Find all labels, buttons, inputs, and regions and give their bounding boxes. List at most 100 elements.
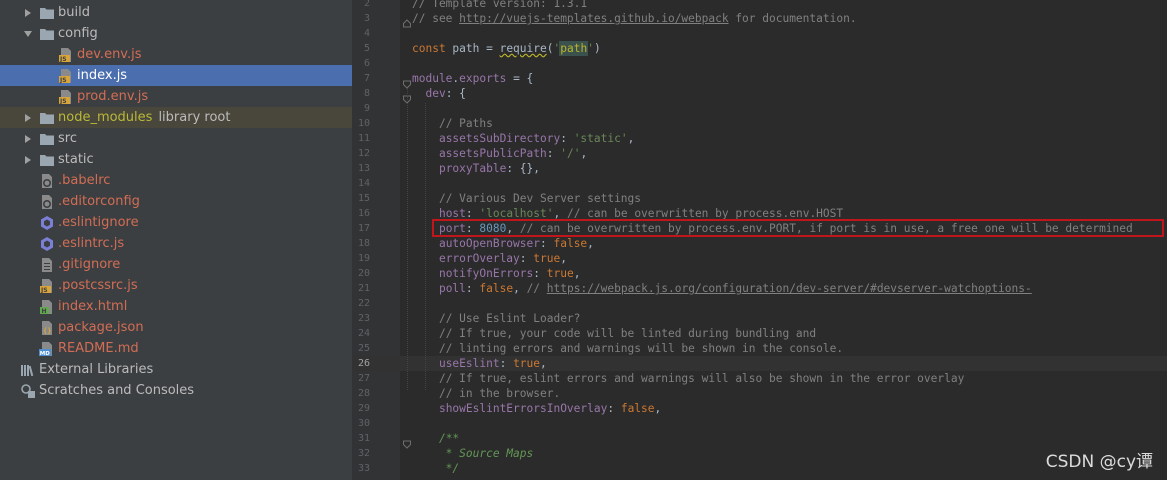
code-line[interactable]: const path = require('path'): [412, 41, 601, 56]
code-line[interactable]: // Template version: 1.3.1: [412, 0, 587, 11]
code-line[interactable]: // see http://vuejs-templates.github.io/…: [412, 11, 857, 26]
code-line[interactable]: // Use Eslint Loader?: [412, 311, 580, 326]
tree-item-external-libraries[interactable]: External Libraries: [0, 359, 352, 380]
line-number: 33: [357, 463, 370, 474]
tree-item-index-html[interactable]: Hindex.html: [0, 296, 352, 317]
tree-item-label: prod.env.js: [77, 89, 149, 104]
code-line[interactable]: * Source Maps: [412, 446, 534, 461]
code-line[interactable]: /**: [412, 431, 459, 446]
config-file-icon: [39, 173, 55, 189]
fold-toggle-icon[interactable]: [402, 74, 412, 89]
line-number: 5: [363, 43, 370, 54]
svg-text:H: H: [42, 308, 47, 315]
line-number: 18: [357, 238, 370, 249]
chevron-right-icon[interactable]: [22, 112, 34, 124]
code-line[interactable]: autoOpenBrowser: false,: [412, 236, 594, 251]
line-number: 20: [357, 268, 370, 279]
code-line[interactable]: poll: false, // https://webpack.js.org/c…: [412, 281, 1032, 296]
tree-item-readme-md[interactable]: MD README.md: [0, 338, 352, 359]
line-number: 25: [357, 343, 370, 354]
tree-item-src[interactable]: src: [0, 128, 352, 149]
svg-text:{}: {}: [43, 327, 51, 335]
line-number: 2: [363, 0, 370, 9]
line-number: 32: [357, 448, 370, 459]
line-number: 9: [363, 103, 370, 114]
tree-item-label: .postcssrc.js: [58, 278, 138, 293]
tree-item-babelrc[interactable]: .babelrc: [0, 170, 352, 191]
scratches-icon: [20, 383, 36, 399]
code-line[interactable]: // linting errors and warnings will be s…: [412, 341, 843, 356]
chevron-right-icon[interactable]: [22, 154, 34, 166]
line-number: 26: [357, 358, 370, 369]
project-tree[interactable]: build config JS dev.env.js JS index.js JS prod.…: [0, 0, 352, 480]
code-line[interactable]: dev: {: [412, 86, 465, 101]
chevron-right-icon[interactable]: [22, 7, 34, 19]
code-line[interactable]: proxyTable: {},: [412, 161, 540, 176]
line-number: 30: [357, 418, 370, 429]
code-line[interactable]: */: [412, 461, 459, 476]
tree-item-static[interactable]: static: [0, 149, 352, 170]
code-line[interactable]: errorOverlay: true,: [412, 251, 567, 266]
line-number: 24: [357, 328, 370, 339]
tree-item-label: static: [58, 152, 94, 167]
chevron-right-icon[interactable]: [22, 133, 34, 145]
tree-item-editorconfig[interactable]: .editorconfig: [0, 191, 352, 212]
code-line[interactable]: notifyOnErrors: true,: [412, 266, 580, 281]
line-number: 14: [357, 178, 370, 189]
code-line[interactable]: assetsPublicPath: '/',: [412, 146, 587, 161]
tree-item-build[interactable]: build: [0, 2, 352, 23]
text-file-icon: [39, 257, 55, 273]
tree-item-label: package.json: [58, 320, 144, 335]
indent-guide: [425, 103, 426, 390]
line-number: 8: [363, 88, 370, 99]
tree-item-label: README.md: [58, 341, 139, 356]
tree-item-eslintrc-js[interactable]: .eslintrc.js: [0, 233, 352, 254]
code-line[interactable]: module.exports = {: [412, 71, 533, 86]
tree-item-label: .eslintrc.js: [58, 236, 125, 251]
tree-item-postcssrc-js[interactable]: JS .postcssrc.js: [0, 275, 352, 296]
line-number: 31: [357, 433, 370, 444]
indent-guide: [407, 88, 408, 390]
code-line[interactable]: showEslintErrorsInOverlay: false,: [412, 401, 661, 416]
code-line[interactable]: // If true, your code will be linted dur…: [412, 326, 816, 341]
chevron-down-icon[interactable]: [22, 28, 34, 40]
code-line[interactable]: // Various Dev Server settings: [412, 191, 641, 206]
code-line[interactable]: // If true, eslint errors and warnings w…: [412, 371, 964, 386]
line-number: 28: [357, 388, 370, 399]
line-number: 15: [357, 193, 370, 204]
code-line[interactable]: assetsSubDirectory: 'static',: [412, 131, 634, 146]
folder-icon: [39, 110, 55, 126]
tree-item-index-js[interactable]: JS index.js: [0, 65, 352, 86]
tree-item-label: node_modules: [58, 110, 153, 125]
javascript-file-icon: JS: [58, 89, 74, 105]
library-root-tag: library root: [158, 110, 231, 125]
fold-end-icon[interactable]: [402, 14, 412, 28]
folder-icon: [39, 152, 55, 168]
tree-item-eslintignore[interactable]: .eslintignore: [0, 212, 352, 233]
tree-item-prod-env-js[interactable]: JS prod.env.js: [0, 86, 352, 107]
tree-item-config[interactable]: config: [0, 23, 352, 44]
html-file-icon: H: [39, 299, 55, 315]
tree-item-dev-env-js[interactable]: JS dev.env.js: [0, 44, 352, 65]
tree-item-node-modules[interactable]: node_modules library root: [0, 107, 352, 128]
tree-item-label: src: [58, 131, 77, 146]
code-line[interactable]: // in the browser.: [412, 386, 560, 401]
tree-item-label: dev.env.js: [77, 47, 142, 62]
line-number: 13: [357, 163, 370, 174]
folder-icon: [39, 131, 55, 147]
tree-item-label: Scratches and Consoles: [39, 383, 195, 398]
tree-item-package-json[interactable]: {} package.json: [0, 317, 352, 338]
line-number: 3: [363, 13, 370, 24]
tree-item-gitignore[interactable]: .gitignore: [0, 254, 352, 275]
svg-text:MD: MD: [40, 351, 50, 357]
tree-item-label: build: [58, 5, 90, 20]
code-line[interactable]: useEslint: true,: [412, 356, 547, 371]
fold-toggle-icon[interactable]: [402, 434, 412, 449]
tree-item-scratches-and-consoles[interactable]: Scratches and Consoles: [0, 380, 352, 401]
svg-text:JS: JS: [59, 77, 67, 84]
